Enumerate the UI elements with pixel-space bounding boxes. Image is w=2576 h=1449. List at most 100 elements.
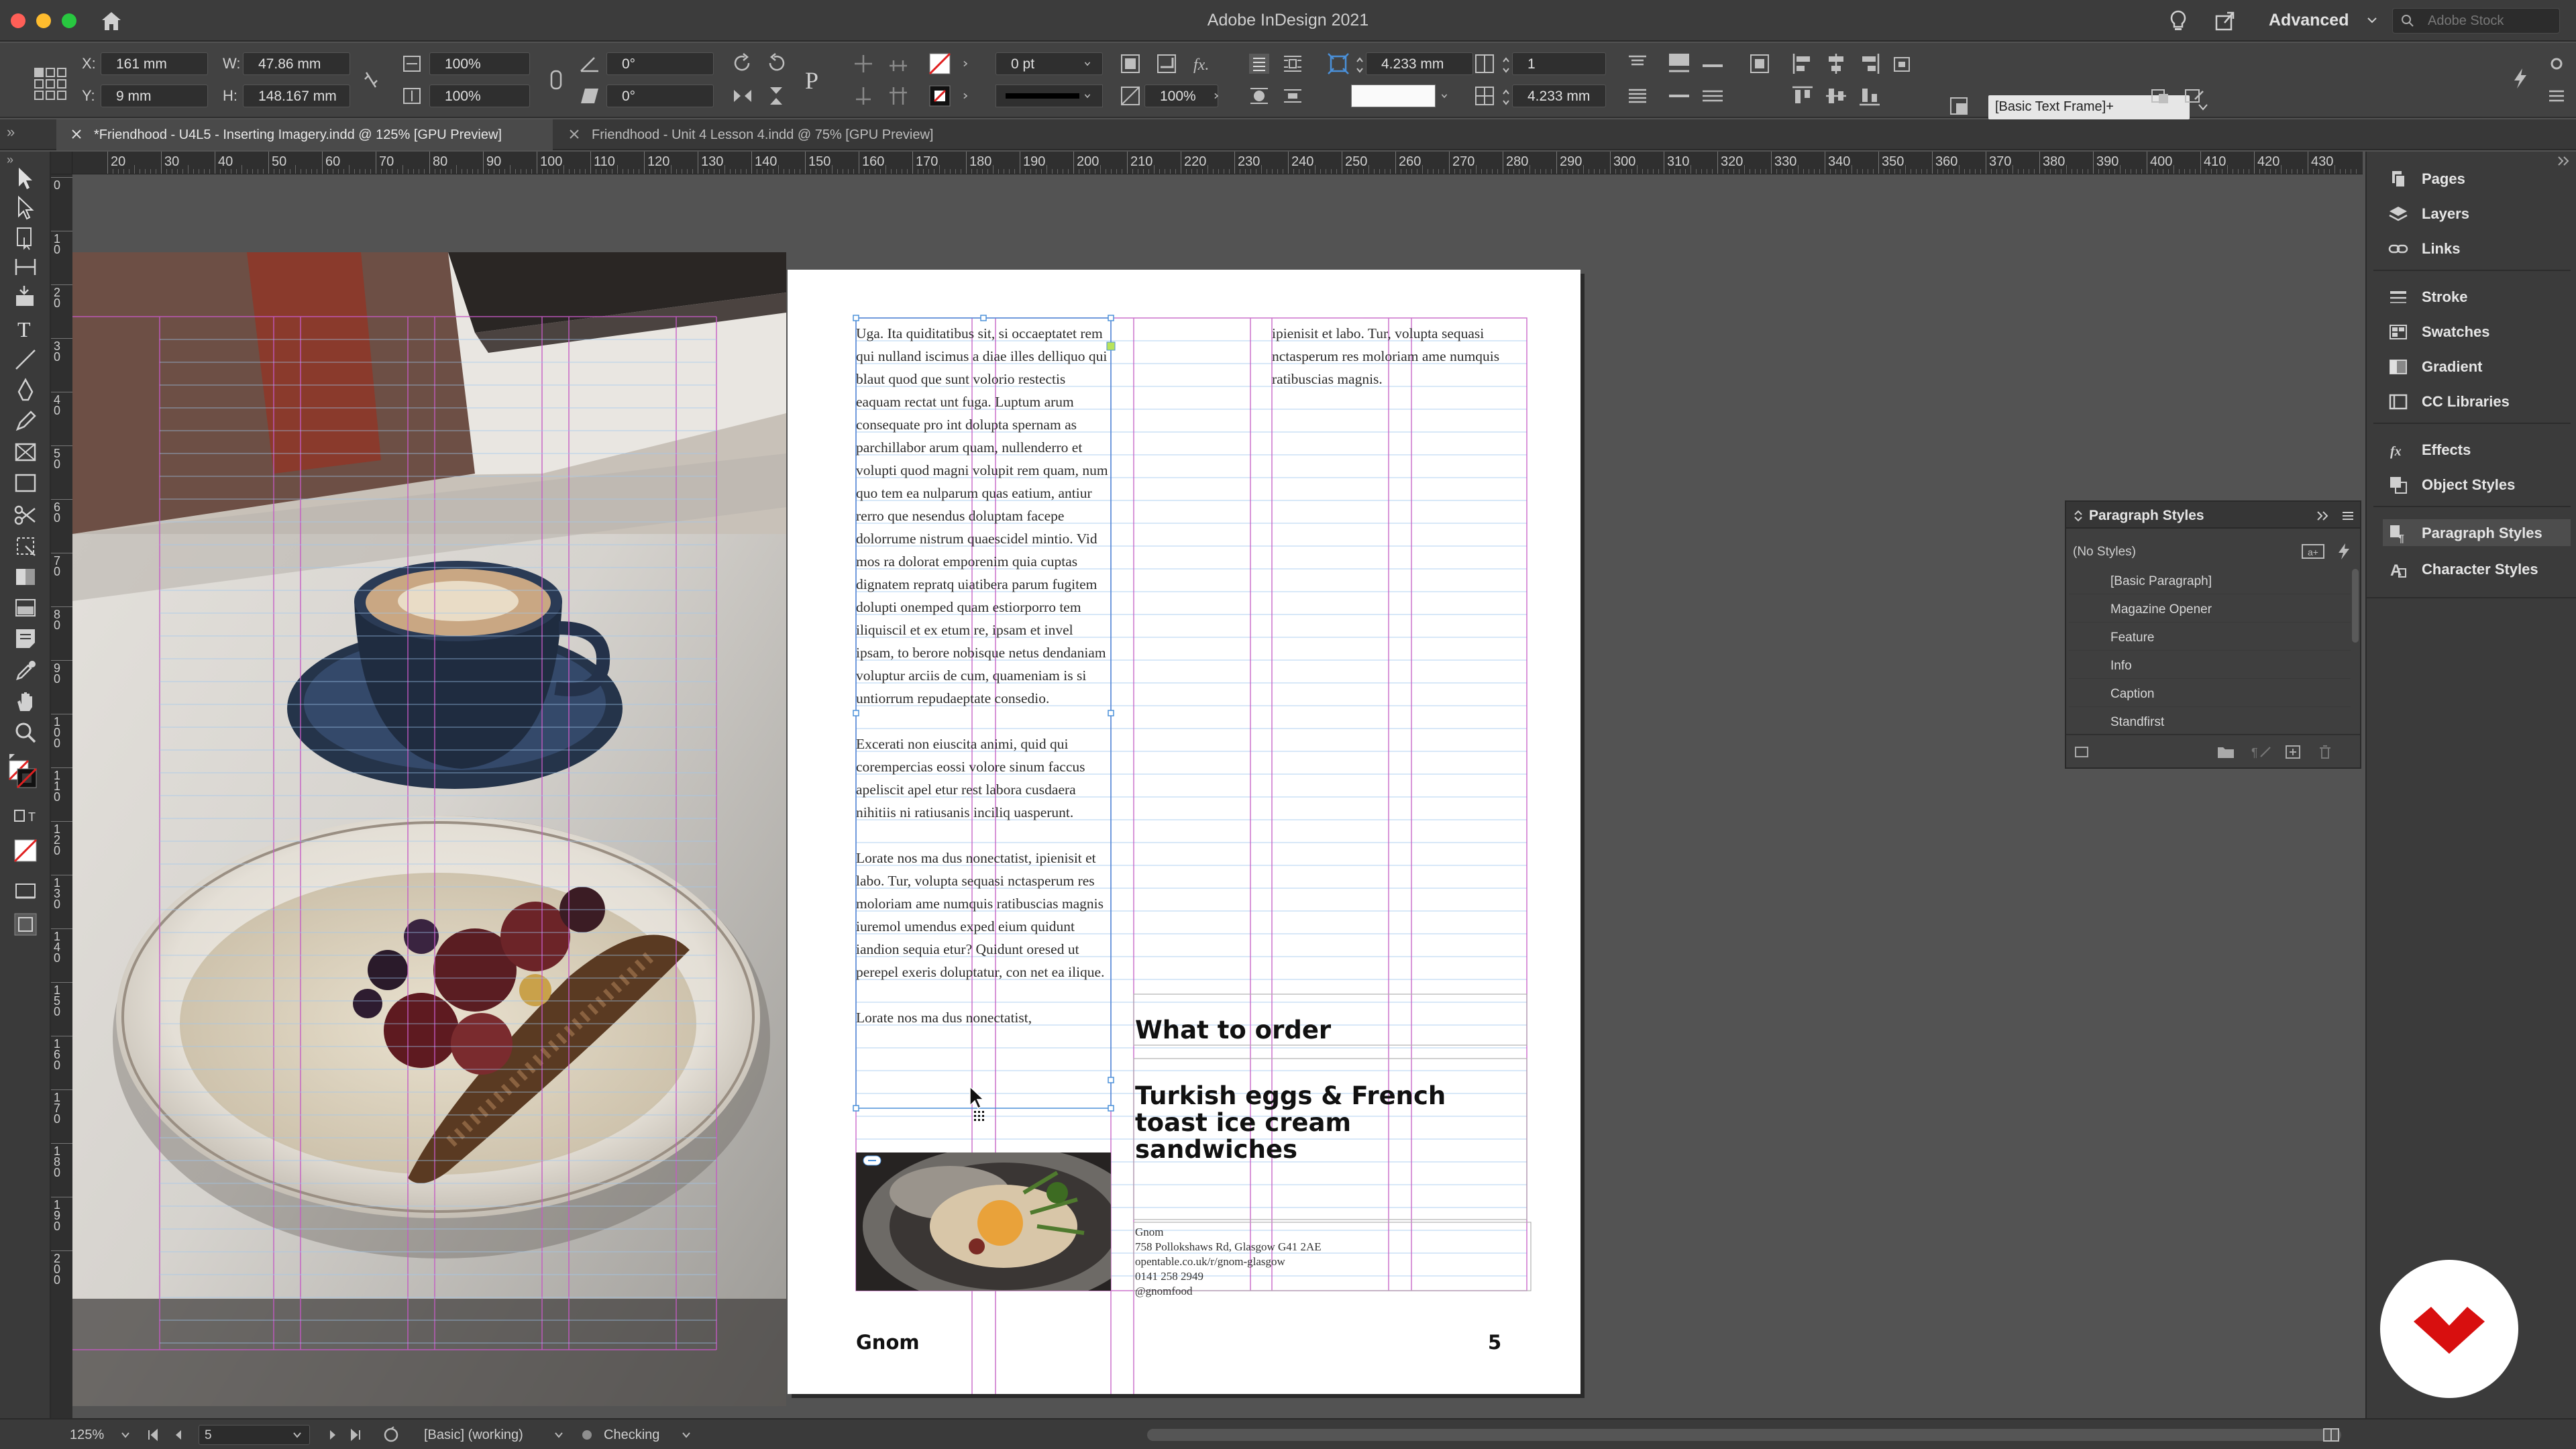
stroke-align-icon[interactable] bbox=[1701, 52, 1724, 75]
chevron-down-icon[interactable] bbox=[554, 1432, 564, 1438]
select-previous-icon[interactable] bbox=[852, 85, 875, 107]
chevron-down-icon[interactable] bbox=[1440, 93, 1449, 99]
panel-collapse-icon[interactable] bbox=[2073, 510, 2084, 522]
dock-links[interactable]: Links bbox=[2383, 235, 2571, 262]
chevron-down-icon[interactable] bbox=[121, 1432, 130, 1438]
hero-photo-frame[interactable] bbox=[72, 252, 786, 1406]
auto-fit-icon[interactable] bbox=[1327, 52, 1350, 75]
text-wrap-bbox-icon[interactable] bbox=[1281, 52, 1304, 75]
new-style-icon[interactable] bbox=[2285, 745, 2302, 759]
align-to-icon[interactable] bbox=[1892, 52, 1915, 75]
first-page-icon[interactable] bbox=[146, 1428, 160, 1442]
screen-mode-icon[interactable] bbox=[12, 911, 39, 938]
shear-field[interactable]: 0° bbox=[606, 85, 714, 107]
x-field[interactable]: 161 mm bbox=[101, 52, 208, 75]
preview-mode-icon[interactable] bbox=[12, 877, 39, 904]
clear-overrides-icon[interactable]: ¶ bbox=[2250, 745, 2273, 759]
create-style-from-selection-icon[interactable]: a+ bbox=[2301, 542, 2325, 561]
chevron-right-icon[interactable] bbox=[1212, 93, 1221, 99]
align-right-edges-icon[interactable] bbox=[1858, 52, 1881, 75]
text-wrap-shape-icon[interactable] bbox=[1248, 85, 1271, 107]
direct-selection-tool-icon[interactable] bbox=[12, 195, 39, 221]
style-info[interactable]: Info bbox=[2069, 652, 2351, 679]
gradient-feather-tool-icon[interactable] bbox=[12, 594, 39, 621]
panel-settings-icon[interactable] bbox=[2546, 52, 2567, 75]
tab-unit-4-lesson-4[interactable]: Friendhood - Unit 4 Lesson 4.indd @ 75% … bbox=[554, 119, 997, 150]
pen-tool-icon[interactable] bbox=[12, 377, 39, 404]
effects-fx-icon[interactable]: fx. bbox=[1191, 52, 1214, 75]
body-text-column-1[interactable]: Uga. Ita quiditatibus sit, si occaeptate… bbox=[856, 322, 1111, 1029]
w-field[interactable]: 47.86 mm bbox=[243, 52, 350, 75]
chevron-down-icon[interactable] bbox=[292, 1432, 302, 1438]
dock-stroke[interactable]: Stroke bbox=[2383, 283, 2571, 310]
previous-page-icon[interactable] bbox=[173, 1428, 184, 1442]
link-scale-icon[interactable] bbox=[545, 68, 568, 91]
scale-y-field[interactable]: 100% bbox=[429, 85, 530, 107]
link-badge-icon[interactable] bbox=[863, 1155, 881, 1166]
rotate-ccw-icon[interactable] bbox=[765, 52, 788, 75]
free-transform-tool-icon[interactable] bbox=[12, 533, 39, 559]
style-group-icon[interactable] bbox=[2074, 745, 2092, 759]
stepper-icon[interactable] bbox=[1501, 87, 1511, 107]
chevron-down-icon[interactable] bbox=[682, 1432, 691, 1438]
panel-expand-icon[interactable] bbox=[2316, 510, 2329, 522]
horizontal-scrollbar[interactable] bbox=[1147, 1429, 2341, 1441]
hand-tool-icon[interactable] bbox=[12, 688, 39, 715]
preflight-sync-icon[interactable] bbox=[382, 1426, 400, 1444]
quick-apply-icon[interactable] bbox=[2334, 542, 2353, 561]
new-folder-icon[interactable] bbox=[2216, 745, 2235, 759]
select-content-icon[interactable] bbox=[887, 52, 910, 75]
stroke-style-icon[interactable] bbox=[1668, 52, 1690, 75]
close-icon[interactable] bbox=[568, 127, 581, 141]
text-wrap-jump-icon[interactable] bbox=[1281, 85, 1304, 107]
pasteboard[interactable]: Uga. Ita quiditatibus sit, si occaeptate… bbox=[72, 174, 2363, 1418]
paragraph-styles-panel[interactable]: Paragraph Styles (No Styles) a+ [Basic P… bbox=[2065, 500, 2361, 769]
collapse-panels-icon[interactable]: » bbox=[7, 123, 40, 144]
dock-pages[interactable]: Pages bbox=[2383, 165, 2571, 192]
line-tool-icon[interactable] bbox=[12, 346, 39, 373]
style-feature[interactable]: Feature bbox=[2069, 624, 2351, 651]
vertical-ruler[interactable]: 0 10 20 30 40 50 60 70 80 90 100 110 120 130 140 150 160… bbox=[51, 174, 72, 1418]
last-page-icon[interactable] bbox=[349, 1428, 362, 1442]
flip-vertical-icon[interactable] bbox=[765, 85, 788, 107]
style-magazine-opener[interactable]: Magazine Opener bbox=[2069, 596, 2351, 623]
zoom-level[interactable]: 125% bbox=[70, 1428, 104, 1443]
dock-character-styles[interactable]: A Character Styles bbox=[2383, 555, 2571, 582]
dock-swatches[interactable]: Swatches bbox=[2383, 318, 2571, 345]
panel-menu-icon[interactable] bbox=[2341, 510, 2355, 522]
scissors-tool-icon[interactable] bbox=[12, 502, 39, 529]
lightning-icon[interactable] bbox=[2509, 67, 2532, 90]
frame-fill-swatch[interactable] bbox=[1351, 85, 1436, 107]
chevron-right-icon[interactable] bbox=[961, 60, 970, 67]
zoom-tool-icon[interactable] bbox=[12, 719, 39, 746]
dock-layers[interactable]: Layers bbox=[2383, 200, 2571, 227]
panel-header[interactable]: Paragraph Styles bbox=[2066, 502, 2360, 529]
dock-gradient[interactable]: Gradient bbox=[2383, 353, 2571, 380]
gradient-swatch-tool-icon[interactable] bbox=[12, 564, 39, 590]
page-tool-icon[interactable] bbox=[12, 224, 39, 251]
stroke-swatch-icon[interactable] bbox=[928, 85, 951, 107]
content-collector-icon[interactable] bbox=[12, 283, 39, 310]
stock-search-input[interactable]: Adobe Stock bbox=[2392, 8, 2560, 34]
chevron-right-icon[interactable] bbox=[961, 93, 970, 99]
text-wrap-none-icon[interactable] bbox=[1248, 52, 1271, 75]
tab-inserting-imagery[interactable]: *Friendhood - U4L5 - Inserting Imagery.i… bbox=[56, 119, 553, 150]
dock-object-styles[interactable]: Object Styles bbox=[2383, 471, 2571, 498]
align-top-icon[interactable] bbox=[1626, 52, 1649, 75]
corner-options-icon[interactable] bbox=[1155, 52, 1178, 75]
select-container-icon[interactable] bbox=[852, 52, 875, 75]
gutter-top-field[interactable]: 4.233 mm bbox=[1366, 52, 1473, 75]
close-icon[interactable] bbox=[70, 127, 83, 141]
document-page-5[interactable]: Uga. Ita quiditatibus sit, si occaeptate… bbox=[788, 270, 1580, 1394]
reference-point-icon[interactable] bbox=[32, 66, 68, 102]
eyedropper-tool-icon[interactable] bbox=[12, 657, 39, 684]
chevron-down-icon[interactable] bbox=[1083, 93, 1092, 99]
chevron-down-icon[interactable] bbox=[2367, 15, 2377, 25]
rectangle-frame-tool-icon[interactable] bbox=[12, 439, 39, 466]
flip-horizontal-icon[interactable] bbox=[731, 85, 754, 107]
style-caption[interactable]: Caption bbox=[2069, 680, 2351, 707]
formatting-affects-container-icon[interactable]: T bbox=[12, 808, 39, 826]
ruler-origin[interactable] bbox=[51, 152, 72, 174]
stepper-icon[interactable] bbox=[1355, 55, 1364, 75]
align-left-edges-icon[interactable] bbox=[1791, 52, 1814, 75]
